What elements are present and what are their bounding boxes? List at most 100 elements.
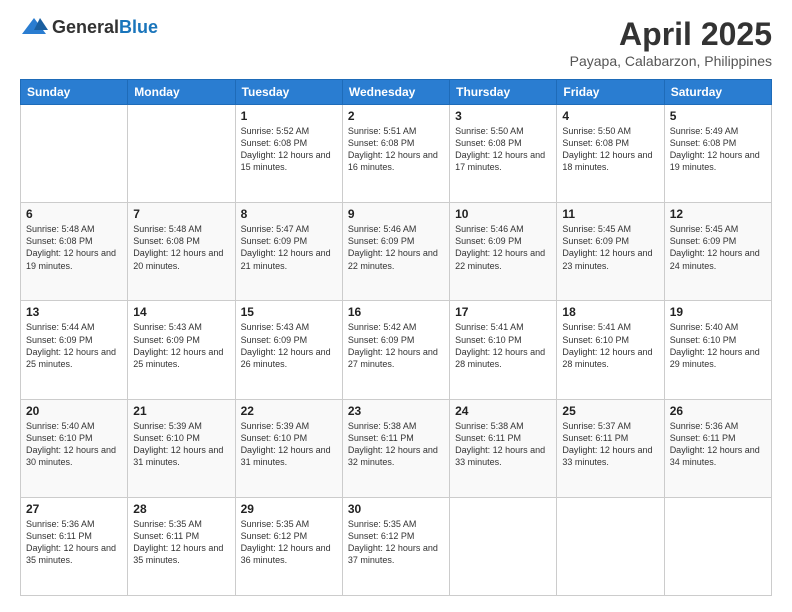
- calendar-cell: 30Sunrise: 5:35 AM Sunset: 6:12 PM Dayli…: [342, 497, 449, 595]
- calendar-cell: 17 Sunrise: 5:41 AM Sunset: 6:10 PM Dayli…: [450, 301, 557, 399]
- calendar-cell: 10 Sunrise: 5:46 AM Sunset: 6:09 PM Dayli…: [450, 203, 557, 301]
- day-number: 24: [455, 404, 551, 418]
- calendar-cell: [21, 105, 128, 203]
- calendar-week-3: 13 Sunrise: 5:44 AM Sunset: 6:09 PM Dayli…: [21, 301, 772, 399]
- calendar-cell: 21 Sunrise: 5:39 AM Sunset: 6:10 PM Dayli…: [128, 399, 235, 497]
- calendar-header-thursday: Thursday: [450, 80, 557, 105]
- day-number: 29: [241, 502, 337, 516]
- calendar-cell: 25 Sunrise: 5:37 AM Sunset: 6:11 PM Dayli…: [557, 399, 664, 497]
- day-number: 6: [26, 207, 122, 221]
- cell-info: Sunrise: 5:45 AM Sunset: 6:09 PM Dayligh…: [670, 223, 766, 272]
- calendar-cell: [128, 105, 235, 203]
- day-number: 9: [348, 207, 444, 221]
- calendar-cell: 20Sunrise: 5:40 AM Sunset: 6:10 PM Dayli…: [21, 399, 128, 497]
- title-section: April 2025 Payapa, Calabarzon, Philippin…: [570, 16, 772, 69]
- day-number: 19: [670, 305, 766, 319]
- cell-info: Sunrise: 5:41 AM Sunset: 6:10 PM Dayligh…: [455, 321, 551, 370]
- calendar-cell: 22 Sunrise: 5:39 AM Sunset: 6:10 PM Dayli…: [235, 399, 342, 497]
- day-number: 25: [562, 404, 658, 418]
- calendar-cell: 13 Sunrise: 5:44 AM Sunset: 6:09 PM Dayli…: [21, 301, 128, 399]
- calendar-cell: 1 Sunrise: 5:52 AM Sunset: 6:08 PM Daylig…: [235, 105, 342, 203]
- calendar-cell: 11Sunrise: 5:45 AM Sunset: 6:09 PM Dayli…: [557, 203, 664, 301]
- cell-info: Sunrise: 5:36 AM Sunset: 6:11 PM Dayligh…: [26, 518, 122, 567]
- calendar-cell: 19 Sunrise: 5:40 AM Sunset: 6:10 PM Dayli…: [664, 301, 771, 399]
- logo-icon: [20, 16, 48, 38]
- day-number: 14: [133, 305, 229, 319]
- logo-general: General: [52, 17, 119, 37]
- header: GeneralBlue April 2025 Payapa, Calabarzo…: [20, 16, 772, 69]
- calendar-cell: 26 Sunrise: 5:36 AM Sunset: 6:11 PM Dayli…: [664, 399, 771, 497]
- day-number: 1: [241, 109, 337, 123]
- day-number: 3: [455, 109, 551, 123]
- cell-info: Sunrise: 5:37 AM Sunset: 6:11 PM Dayligh…: [562, 420, 658, 469]
- calendar-week-1: 1 Sunrise: 5:52 AM Sunset: 6:08 PM Daylig…: [21, 105, 772, 203]
- calendar-week-5: 27 Sunrise: 5:36 AM Sunset: 6:11 PM Dayli…: [21, 497, 772, 595]
- calendar-cell: 24Sunrise: 5:38 AM Sunset: 6:11 PM Dayli…: [450, 399, 557, 497]
- cell-info: Sunrise: 5:39 AM Sunset: 6:10 PM Dayligh…: [241, 420, 337, 469]
- calendar-header-monday: Monday: [128, 80, 235, 105]
- calendar-cell: 15Sunrise: 5:43 AM Sunset: 6:09 PM Dayli…: [235, 301, 342, 399]
- calendar-cell: 16 Sunrise: 5:42 AM Sunset: 6:09 PM Dayli…: [342, 301, 449, 399]
- cell-info: Sunrise: 5:35 AM Sunset: 6:12 PM Dayligh…: [348, 518, 444, 567]
- day-number: 15: [241, 305, 337, 319]
- day-number: 26: [670, 404, 766, 418]
- day-number: 11: [562, 207, 658, 221]
- day-number: 27: [26, 502, 122, 516]
- calendar-cell: 7 Sunrise: 5:48 AM Sunset: 6:08 PM Daylig…: [128, 203, 235, 301]
- logo-text: GeneralBlue: [52, 17, 158, 38]
- logo: GeneralBlue: [20, 16, 158, 38]
- calendar-header-row: SundayMondayTuesdayWednesdayThursdayFrid…: [21, 80, 772, 105]
- day-number: 17: [455, 305, 551, 319]
- day-number: 4: [562, 109, 658, 123]
- day-number: 12: [670, 207, 766, 221]
- calendar-cell: [557, 497, 664, 595]
- calendar-header-wednesday: Wednesday: [342, 80, 449, 105]
- cell-info: Sunrise: 5:48 AM Sunset: 6:08 PM Dayligh…: [133, 223, 229, 272]
- day-number: 18: [562, 305, 658, 319]
- calendar-table: SundayMondayTuesdayWednesdayThursdayFrid…: [20, 79, 772, 596]
- cell-info: Sunrise: 5:41 AM Sunset: 6:10 PM Dayligh…: [562, 321, 658, 370]
- page: GeneralBlue April 2025 Payapa, Calabarzo…: [0, 0, 792, 612]
- calendar-cell: 4 Sunrise: 5:50 AM Sunset: 6:08 PM Daylig…: [557, 105, 664, 203]
- day-number: 7: [133, 207, 229, 221]
- month-title: April 2025: [570, 16, 772, 53]
- calendar-cell: 27 Sunrise: 5:36 AM Sunset: 6:11 PM Dayli…: [21, 497, 128, 595]
- location: Payapa, Calabarzon, Philippines: [570, 53, 772, 69]
- calendar-header-tuesday: Tuesday: [235, 80, 342, 105]
- day-number: 23: [348, 404, 444, 418]
- calendar-cell: 5Sunrise: 5:49 AM Sunset: 6:08 PM Daylig…: [664, 105, 771, 203]
- day-number: 16: [348, 305, 444, 319]
- day-number: 13: [26, 305, 122, 319]
- cell-info: Sunrise: 5:50 AM Sunset: 6:08 PM Dayligh…: [455, 125, 551, 174]
- cell-info: Sunrise: 5:39 AM Sunset: 6:10 PM Dayligh…: [133, 420, 229, 469]
- calendar-cell: [450, 497, 557, 595]
- cell-info: Sunrise: 5:46 AM Sunset: 6:09 PM Dayligh…: [455, 223, 551, 272]
- cell-info: Sunrise: 5:36 AM Sunset: 6:11 PM Dayligh…: [670, 420, 766, 469]
- cell-info: Sunrise: 5:40 AM Sunset: 6:10 PM Dayligh…: [26, 420, 122, 469]
- day-number: 21: [133, 404, 229, 418]
- day-number: 5: [670, 109, 766, 123]
- cell-info: Sunrise: 5:35 AM Sunset: 6:12 PM Dayligh…: [241, 518, 337, 567]
- cell-info: Sunrise: 5:40 AM Sunset: 6:10 PM Dayligh…: [670, 321, 766, 370]
- cell-info: Sunrise: 5:52 AM Sunset: 6:08 PM Dayligh…: [241, 125, 337, 174]
- calendar-cell: [664, 497, 771, 595]
- calendar-header-friday: Friday: [557, 80, 664, 105]
- calendar-cell: 9Sunrise: 5:46 AM Sunset: 6:09 PM Daylig…: [342, 203, 449, 301]
- calendar-cell: 6Sunrise: 5:48 AM Sunset: 6:08 PM Daylig…: [21, 203, 128, 301]
- day-number: 2: [348, 109, 444, 123]
- day-number: 8: [241, 207, 337, 221]
- cell-info: Sunrise: 5:50 AM Sunset: 6:08 PM Dayligh…: [562, 125, 658, 174]
- calendar-cell: 29 Sunrise: 5:35 AM Sunset: 6:12 PM Dayli…: [235, 497, 342, 595]
- calendar-cell: 18 Sunrise: 5:41 AM Sunset: 6:10 PM Dayli…: [557, 301, 664, 399]
- calendar-cell: 3 Sunrise: 5:50 AM Sunset: 6:08 PM Daylig…: [450, 105, 557, 203]
- calendar-cell: 8Sunrise: 5:47 AM Sunset: 6:09 PM Daylig…: [235, 203, 342, 301]
- logo-blue: Blue: [119, 17, 158, 37]
- cell-info: Sunrise: 5:44 AM Sunset: 6:09 PM Dayligh…: [26, 321, 122, 370]
- day-number: 10: [455, 207, 551, 221]
- calendar-cell: 12 Sunrise: 5:45 AM Sunset: 6:09 PM Dayli…: [664, 203, 771, 301]
- calendar-week-4: 20Sunrise: 5:40 AM Sunset: 6:10 PM Dayli…: [21, 399, 772, 497]
- cell-info: Sunrise: 5:42 AM Sunset: 6:09 PM Dayligh…: [348, 321, 444, 370]
- day-number: 22: [241, 404, 337, 418]
- calendar-cell: 2Sunrise: 5:51 AM Sunset: 6:08 PM Daylig…: [342, 105, 449, 203]
- cell-info: Sunrise: 5:38 AM Sunset: 6:11 PM Dayligh…: [348, 420, 444, 469]
